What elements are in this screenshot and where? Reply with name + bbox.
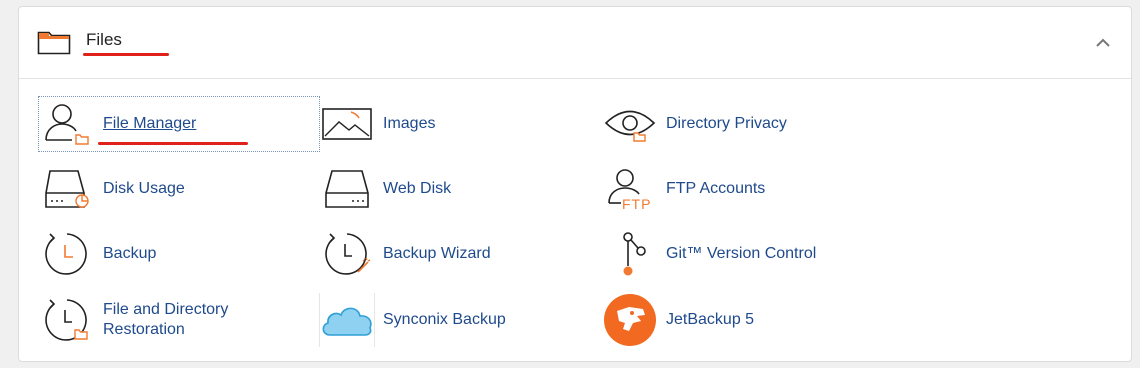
backup-wizard-link[interactable]: Backup Wizard [319, 227, 579, 281]
annotation-underline [83, 53, 169, 56]
web-disk-link[interactable]: Web Disk [319, 162, 579, 216]
backup-icon [39, 227, 95, 281]
git-icon [602, 227, 658, 281]
files-panel: Files File Manager Images Directory Priv… [18, 6, 1132, 362]
ftp-accounts-link[interactable]: FTP FTP Accounts [602, 162, 882, 216]
svg-text:FTP: FTP [622, 196, 651, 211]
synconix-backup-link[interactable]: Synconix Backup [319, 293, 579, 347]
synconix-backup-label: Synconix Backup [383, 311, 506, 328]
restoration-icon [39, 293, 95, 347]
cloud-icon [319, 293, 375, 347]
backup-link[interactable]: Backup [39, 227, 319, 281]
directory-privacy-label: Directory Privacy [666, 115, 787, 132]
disk-usage-link[interactable]: Disk Usage [39, 162, 319, 216]
images-link[interactable]: Images [319, 97, 579, 151]
backup-wizard-label: Backup Wizard [383, 245, 491, 262]
folder-icon [37, 29, 71, 55]
jetbackup-logo-icon [602, 293, 658, 347]
backup-label: Backup [103, 245, 157, 262]
section-title: Files [86, 30, 122, 49]
web-disk-label: Web Disk [383, 180, 452, 197]
images-icon [319, 97, 375, 151]
annotation-underline-file-manager [98, 142, 248, 145]
ftp-accounts-label: FTP Accounts [666, 180, 766, 197]
directory-privacy-link[interactable]: Directory Privacy [602, 97, 882, 151]
directory-privacy-icon [602, 97, 658, 151]
web-disk-icon [319, 162, 375, 216]
file-manager-icon [39, 97, 95, 151]
disk-usage-label: Disk Usage [103, 180, 185, 197]
file-directory-restoration-label: File and Directory Restoration [103, 301, 229, 338]
jetbackup-label: JetBackup 5 [666, 311, 755, 328]
ftp-accounts-icon: FTP [602, 162, 658, 216]
git-version-control-link[interactable]: Git™ Version Control [602, 227, 882, 281]
disk-usage-icon [39, 162, 95, 216]
backup-wizard-icon [319, 227, 375, 281]
jetbackup-link[interactable]: JetBackup 5 [602, 293, 882, 347]
git-version-control-label: Git™ Version Control [666, 245, 817, 262]
images-label: Images [383, 115, 436, 132]
file-manager-label: File Manager [103, 115, 197, 132]
file-directory-restoration-link[interactable]: File and Directory Restoration [39, 293, 279, 347]
panel-header[interactable]: Files [19, 7, 1131, 79]
chevron-up-icon[interactable] [1091, 33, 1115, 53]
